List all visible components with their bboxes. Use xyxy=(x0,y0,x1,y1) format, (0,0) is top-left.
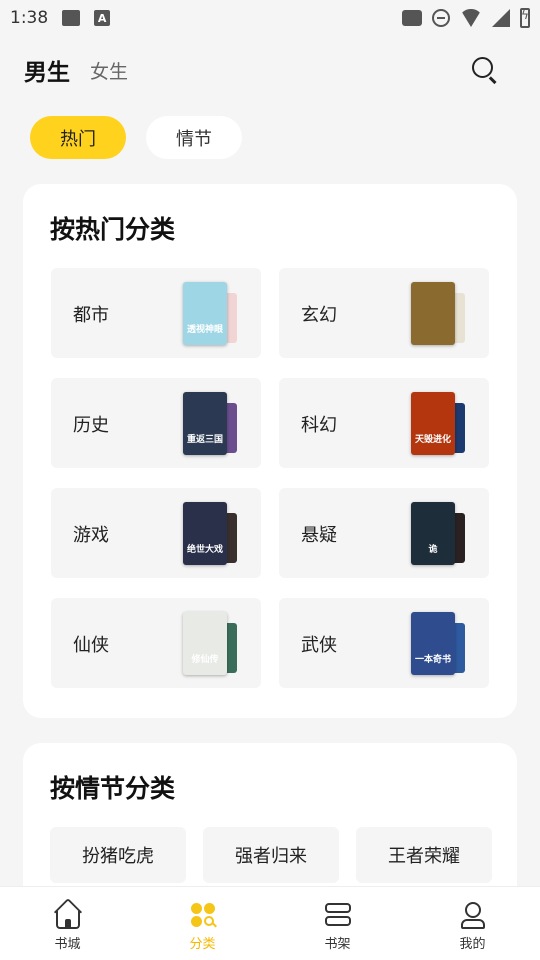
category-tile[interactable]: 仙侠修仙传 xyxy=(51,598,261,688)
category-tile[interactable]: 武侠一本奇书 xyxy=(279,598,489,688)
book-cover-title: 重返三国 xyxy=(186,435,223,445)
category-label: 仙侠 xyxy=(73,635,109,656)
nav-label: 书架 xyxy=(324,937,351,952)
hot-categories-card: 按热门分类 都市 透视神眼 玄幻 历史 重返三国 科幻 天毁进化 游戏 绝世大戏 悬疑诡仙侠 修仙传… xyxy=(23,184,517,718)
category-label: 都市 xyxy=(73,305,109,326)
book-cover-front: 绝世大戏 xyxy=(183,502,227,565)
bookshelf-icon xyxy=(323,901,353,929)
filter-hot[interactable]: 热门 xyxy=(30,116,126,159)
category-label: 游戏 xyxy=(73,525,109,546)
category-tile[interactable]: 悬疑诡 xyxy=(279,488,489,578)
do-not-disturb-icon xyxy=(432,9,450,27)
book-cover-front xyxy=(411,282,455,345)
category-label: 历史 xyxy=(73,415,109,436)
book-cover-title: 天毁进化 xyxy=(414,435,451,445)
status-bar: 1:38 A xyxy=(0,0,540,36)
book-cover-title: 透视神眼 xyxy=(186,325,223,335)
category-tile[interactable]: 游戏绝世大戏 xyxy=(51,488,261,578)
book-cover-front: 一本奇书 xyxy=(411,612,455,675)
book-cover-front: 修仙传 xyxy=(183,612,227,675)
header: 男生 女生 xyxy=(24,52,500,88)
home-icon xyxy=(53,897,83,929)
nav-profile[interactable]: 我的 xyxy=(405,887,540,960)
nav-label: 书城 xyxy=(54,937,81,952)
profile-icon xyxy=(458,901,488,929)
category-tile[interactable]: 玄幻 xyxy=(279,268,489,358)
nav-category[interactable]: 分类 xyxy=(135,887,270,960)
category-tile[interactable]: 都市透视神眼 xyxy=(51,268,261,358)
category-icon xyxy=(188,901,218,929)
category-label: 玄幻 xyxy=(301,305,337,326)
plot-tag[interactable]: 强者归来 xyxy=(203,827,339,883)
signal-icon xyxy=(492,9,510,27)
image-notification-icon xyxy=(62,10,81,26)
text-notification-icon: A xyxy=(94,10,111,26)
book-cover-title: 一本奇书 xyxy=(414,655,451,665)
status-time: 1:38 xyxy=(10,8,49,28)
category-tile[interactable]: 科幻天毁进化 xyxy=(279,378,489,468)
tab-male[interactable]: 男生 xyxy=(24,53,70,87)
search-button[interactable] xyxy=(470,55,500,85)
book-cover-title: 修仙传 xyxy=(191,655,219,665)
category-label: 悬疑 xyxy=(301,525,337,546)
book-cover-title: 诡 xyxy=(428,545,438,555)
nav-label: 我的 xyxy=(459,937,486,952)
category-label: 科幻 xyxy=(301,415,337,436)
search-icon-handle xyxy=(489,76,497,84)
category-tile[interactable]: 历史重返三国 xyxy=(51,378,261,468)
wifi-icon xyxy=(460,9,482,27)
book-cover-title: 绝世大戏 xyxy=(186,545,223,555)
filter-plot[interactable]: 情节 xyxy=(146,116,242,159)
plot-section-title: 按情节分类 xyxy=(50,774,176,803)
book-cover-front: 天毁进化 xyxy=(411,392,455,455)
plot-tag-row: 扮猪吃虎 强者归来 王者荣耀 xyxy=(50,827,492,883)
category-grid: 都市 透视神眼 玄幻 历史 重返三国 科幻 天毁进化 游戏 绝世大戏 悬疑诡仙侠 修仙传 武侠 一本奇书 xyxy=(51,268,489,688)
filter-pills: 热门 情节 xyxy=(30,116,242,159)
search-icon xyxy=(472,57,493,78)
book-cover-front: 重返三国 xyxy=(183,392,227,455)
book-cover-front: 透视神眼 xyxy=(183,282,227,345)
plot-tag[interactable]: 扮猪吃虎 xyxy=(50,827,186,883)
hot-section-title: 按热门分类 xyxy=(50,215,176,244)
battery-charging-icon xyxy=(520,8,530,28)
category-label: 武侠 xyxy=(301,635,337,656)
bottom-nav: 书城 分类 书架 我的 xyxy=(0,886,540,960)
nav-label: 分类 xyxy=(189,937,216,952)
plot-tag[interactable]: 王者荣耀 xyxy=(356,827,492,883)
work-profile-icon xyxy=(402,10,422,26)
book-cover-front: 诡 xyxy=(411,502,455,565)
tab-female[interactable]: 女生 xyxy=(90,57,128,84)
nav-bookstore[interactable]: 书城 xyxy=(0,887,135,960)
nav-bookshelf[interactable]: 书架 xyxy=(270,887,405,960)
